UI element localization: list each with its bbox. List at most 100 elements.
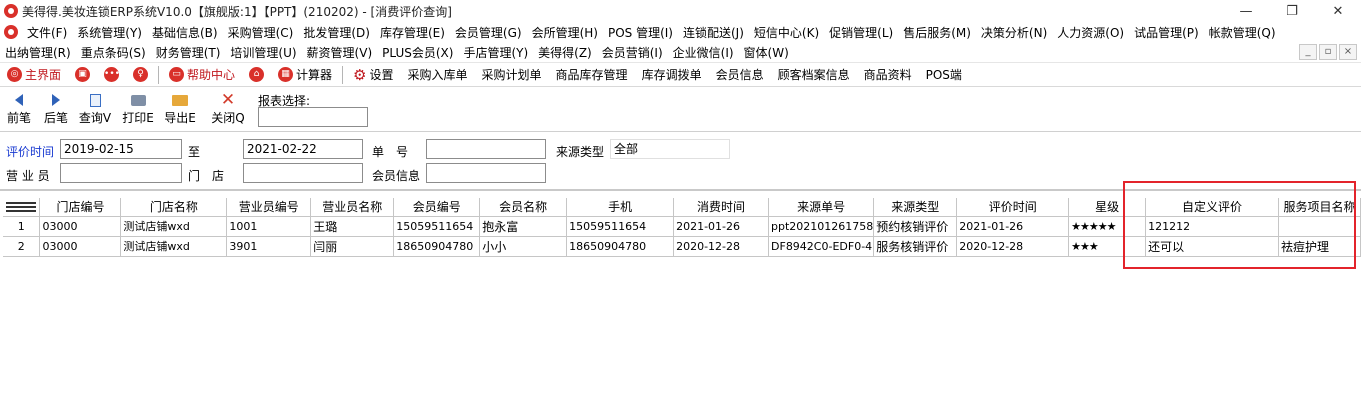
salesperson-field[interactable] — [60, 163, 182, 183]
col-store-no[interactable]: 门店编号 — [39, 198, 122, 217]
cell-staff-name: 王璐 — [310, 216, 395, 237]
toolbar-divider — [158, 65, 160, 84]
col-source-type[interactable]: 来源类型 — [873, 198, 958, 217]
calculator-button[interactable]: ▦ 计算器 — [271, 62, 339, 87]
menu-wecom[interactable]: 企业微信(I) — [668, 44, 739, 61]
menu-hr[interactable]: 人力资源(O) — [1052, 24, 1129, 41]
menu-wholesale[interactable]: 批发管理(D) — [298, 24, 375, 41]
highlight-annotation-box — [1123, 181, 1356, 269]
col-staff-no[interactable]: 营业员编号 — [226, 198, 312, 217]
menu-trial[interactable]: 试品管理(P) — [1129, 24, 1204, 41]
menu-basic-info[interactable]: 基础信息(B) — [147, 24, 223, 41]
menu-promotion[interactable]: 促销管理(L) — [824, 24, 898, 41]
menu-analysis[interactable]: 决策分析(N) — [976, 24, 1052, 41]
menu-club[interactable]: 会所管理(H) — [527, 24, 603, 41]
member-info-field[interactable] — [426, 163, 546, 183]
col-member-no[interactable]: 会员编号 — [393, 198, 481, 217]
quicklink-purchase-receipt[interactable]: 采购入库单 — [401, 62, 475, 87]
col-store-name[interactable]: 门店名称 — [120, 198, 228, 217]
menu-barcode[interactable]: 重点条码(S) — [76, 44, 151, 61]
cell-staff-no: 1001 — [226, 216, 312, 237]
action-toolbar: 前笔 后笔 查询V 打印E 导出E ✕ 关闭Q — [0, 88, 1361, 132]
menu-meidede[interactable]: 美得得(Z) — [533, 44, 597, 61]
quicklink-member-info[interactable]: 会员信息 — [709, 62, 771, 87]
grid-menu-icon — [6, 202, 37, 213]
menu-bar: 文件(F) 系统管理(Y) 基础信息(B) 采购管理(C) 批发管理(D) 库存… — [0, 22, 1361, 62]
date-from-field[interactable]: 2019-02-15 — [60, 139, 182, 159]
menu-sms[interactable]: 短信中心(K) — [749, 24, 824, 41]
home-button[interactable]: ⌂ — [242, 62, 271, 87]
menu-purchase[interactable]: 采购管理(C) — [223, 24, 299, 41]
arrow-right-icon — [52, 94, 60, 106]
menu-window[interactable]: 窗体(W) — [739, 44, 794, 61]
search-document-icon — [89, 93, 101, 107]
lock-button[interactable]: ▣ — [68, 62, 97, 87]
app-logo-icon — [4, 4, 18, 18]
quicklink-pos[interactable]: POS端 — [919, 62, 969, 87]
date-to-field[interactable]: 2021-02-22 — [243, 139, 363, 159]
lightbulb-icon: ♀ — [133, 67, 149, 82]
menu-logo-icon[interactable] — [4, 25, 18, 39]
quicklink-stock-transfer[interactable]: 库存调拨单 — [635, 62, 709, 87]
corner-header[interactable] — [3, 198, 41, 217]
help-center-button[interactable]: ▭ 帮助中心 — [162, 62, 242, 87]
quicklink-customer-profile[interactable]: 顾客档案信息 — [771, 62, 857, 87]
col-phone[interactable]: 手机 — [566, 198, 675, 217]
menu-member-marketing[interactable]: 会员营销(I) — [597, 44, 668, 61]
close-button[interactable]: ✕ 关闭Q — [209, 90, 247, 130]
menu-file[interactable]: 文件(F) — [22, 24, 72, 41]
quicklink-product-data[interactable]: 商品资料 — [857, 62, 919, 87]
compass-icon: ◎ — [7, 67, 22, 82]
export-button[interactable]: 导出E — [161, 90, 199, 130]
print-button[interactable]: 打印E — [119, 90, 157, 130]
menu-accounts[interactable]: 帐款管理(Q) — [1204, 24, 1281, 41]
menu-distribution[interactable]: 连锁配送(J) — [678, 24, 749, 41]
mdi-minimize-button[interactable]: _ — [1299, 44, 1317, 60]
menu-training[interactable]: 培训管理(U) — [225, 44, 301, 61]
chat-button[interactable]: ••• — [97, 62, 126, 87]
prev-record-button[interactable]: 前笔 — [0, 90, 38, 130]
cell-consume-time: 2021-01-26 — [673, 216, 770, 237]
row-index: 1 — [3, 216, 41, 237]
close-window-button[interactable]: ✕ — [1315, 0, 1361, 22]
next-record-button[interactable]: 后笔 — [37, 90, 75, 130]
minimize-button[interactable]: — — [1223, 0, 1269, 22]
print-label: 打印E — [122, 111, 154, 125]
main-screen-label: 主界面 — [25, 68, 62, 82]
window-title: 美得得.美妆连锁ERP系统V10.0【旗舰版:1】【PPT】(210202) -… — [22, 4, 452, 19]
order-no-field[interactable] — [426, 139, 546, 159]
col-source-no[interactable]: 来源单号 — [768, 198, 875, 217]
source-type-select[interactable]: 全部 — [610, 139, 730, 159]
row-index: 2 — [3, 236, 41, 257]
menu-salary[interactable]: 薪资管理(V) — [302, 44, 378, 61]
menu-pos[interactable]: POS 管理(I) — [603, 24, 678, 41]
menu-system[interactable]: 系统管理(Y) — [72, 24, 147, 41]
cell-store-name: 测试店铺wxd — [120, 236, 228, 257]
mdi-restore-button[interactable]: ▫ — [1319, 44, 1337, 60]
col-staff-name[interactable]: 营业员名称 — [310, 198, 395, 217]
col-member-name[interactable]: 会员名称 — [479, 198, 568, 217]
menu-cashier[interactable]: 出纳管理(R) — [0, 44, 76, 61]
menu-finance[interactable]: 财务管理(T) — [151, 44, 226, 61]
menu-after-sales[interactable]: 售后服务(M) — [898, 24, 976, 41]
cell-source-type: 服务核销评价 — [873, 236, 958, 257]
mdi-close-button[interactable]: × — [1339, 44, 1357, 60]
report-select-box[interactable] — [258, 107, 368, 127]
cell-member-name: 抱永富 — [479, 216, 568, 237]
idea-button[interactable]: ♀ — [126, 62, 155, 87]
menu-handstore[interactable]: 手店管理(Y) — [458, 44, 533, 61]
quicklink-stock-management[interactable]: 商品库存管理 — [549, 62, 635, 87]
restore-button[interactable]: ❐ — [1269, 0, 1315, 22]
col-eval-time[interactable]: 评价时间 — [956, 198, 1070, 217]
menu-inventory[interactable]: 库存管理(E) — [375, 24, 450, 41]
menu-plus-member[interactable]: PLUS会员(X) — [377, 44, 458, 61]
menu-member[interactable]: 会员管理(G) — [450, 24, 527, 41]
settings-button[interactable]: ⚙ 设置 — [346, 62, 400, 87]
next-record-label: 后笔 — [43, 111, 68, 125]
col-consume-time[interactable]: 消费时间 — [673, 198, 770, 217]
main-screen-button[interactable]: ◎ 主界面 — [0, 62, 68, 87]
query-button[interactable]: 查询V — [76, 90, 114, 130]
quicklink-purchase-plan[interactable]: 采购计划单 — [475, 62, 549, 87]
order-no-label: 单 号 — [372, 145, 409, 159]
store-field[interactable] — [243, 163, 363, 183]
